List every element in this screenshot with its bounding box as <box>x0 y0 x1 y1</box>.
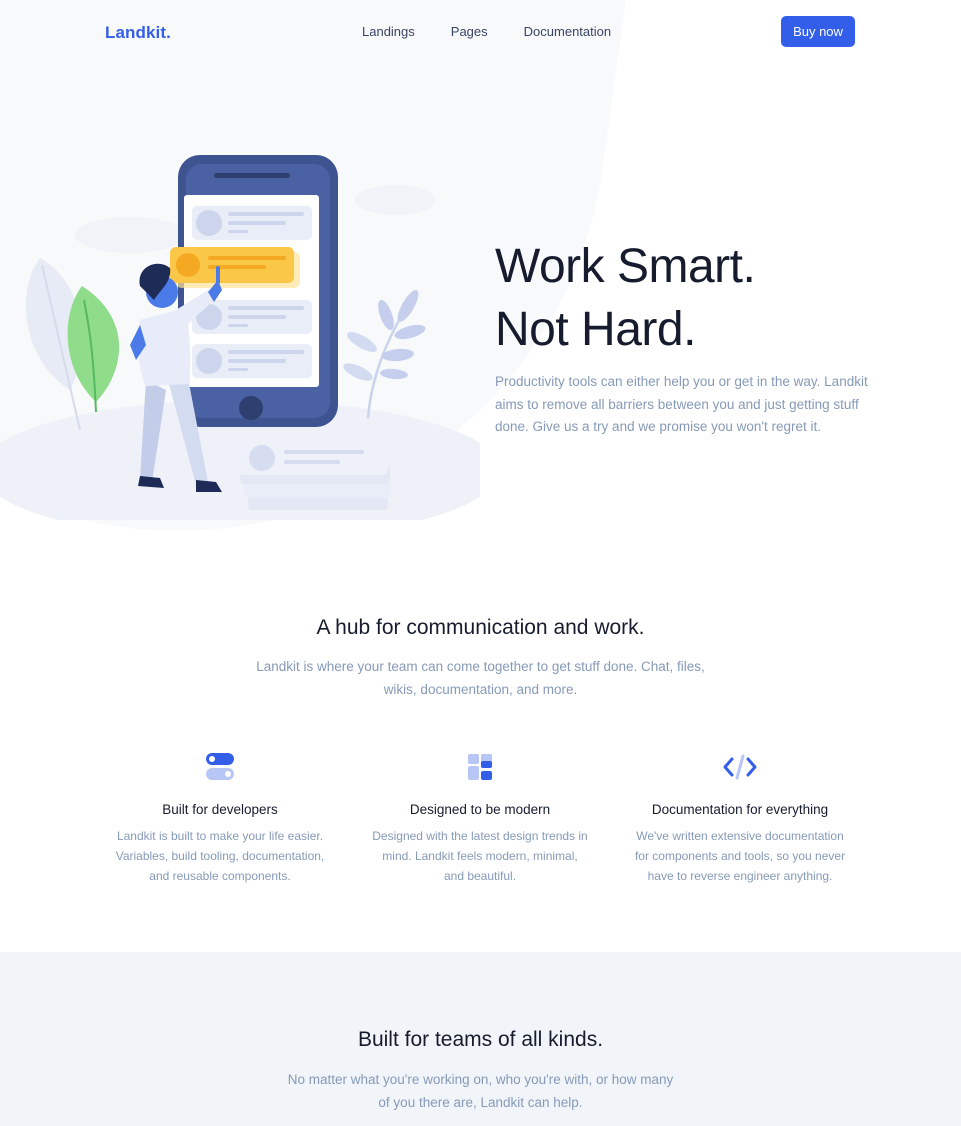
brand-logo[interactable]: Landkit. <box>105 23 171 43</box>
layout-icon <box>468 754 492 780</box>
teams-subtitle-line1: No matter what you're working on, who yo… <box>287 1072 674 1087</box>
navbar: Landkit. Landings Pages Documentation Bu… <box>0 0 961 64</box>
teams-section: Built for teams of all kinds. No matter … <box>0 952 961 1126</box>
feature-desc-line: Landkit is built to make your life easie… <box>116 829 324 843</box>
code-icon <box>723 754 757 780</box>
feature-desc-line: and reusable components. <box>149 869 291 883</box>
green-leaf-icon <box>67 286 120 402</box>
feature-description: Landkit is built to make your life easie… <box>100 826 340 886</box>
feature-developers: Built for developers Landkit is built to… <box>100 752 340 886</box>
teams-title: Built for teams of all kinds. <box>357 1028 604 1051</box>
feature-description: Designed with the latest design trends i… <box>360 826 600 886</box>
teams-subtitle: No matter what you're working on, who yo… <box>0 1068 961 1114</box>
feature-desc-line: have to reverse engineer anything. <box>647 869 833 883</box>
nav-link-documentation[interactable]: Documentation <box>524 24 611 39</box>
feature-desc-line: We've written extensive documentation <box>636 829 844 843</box>
toggle-icon <box>206 753 234 780</box>
hero-title-line2: Not Hard. <box>495 303 696 356</box>
cloud-shape <box>75 217 185 253</box>
feature-desc-line: mind. Landkit feels modern, minimal, <box>382 849 578 863</box>
hub-title: A hub for communication and work. <box>316 616 645 639</box>
feature-desc-line: and beautiful. <box>443 869 517 883</box>
nav-link-landings[interactable]: Landings <box>362 24 415 39</box>
hero-content: Work Smart. Not Hard. Productivity tools… <box>495 235 875 439</box>
hub-section: A hub for communication and work. Landki… <box>0 616 961 701</box>
feature-desc-line: for components and tools, so you never <box>634 849 846 863</box>
teams-content: Built for teams of all kinds. No matter … <box>0 1028 961 1114</box>
teams-subtitle-line2: of you there are, Landkit can help. <box>378 1095 583 1110</box>
nav-link-pages[interactable]: Pages <box>451 24 488 39</box>
nav-links: Landings Pages Documentation <box>362 24 647 39</box>
hub-subtitle: Landkit is where your team can come toge… <box>0 655 961 701</box>
feature-desc-line: Designed with the latest design trends i… <box>372 829 588 843</box>
feature-desc-line: Variables, build tooling, documentation, <box>115 849 325 863</box>
right-plant-icon <box>343 290 426 419</box>
hub-subtitle-line2: wikis, documentation, and more. <box>383 682 578 697</box>
feature-title: Designed to be modern <box>409 802 551 817</box>
hero-title: Work Smart. Not Hard. <box>495 235 875 361</box>
hero-subtitle: Productivity tools can either help you o… <box>495 374 868 434</box>
hub-subtitle-line1: Landkit is where your team can come toge… <box>256 659 705 674</box>
buy-now-button[interactable]: Buy now <box>781 16 855 47</box>
feature-modern: Designed to be modern Designed with the … <box>360 752 600 886</box>
feature-description: We've written extensive documentation fo… <box>620 826 860 886</box>
hero-title-line1: Work Smart. <box>495 240 756 293</box>
feature-title: Documentation for everything <box>651 802 829 817</box>
hero-illustration <box>0 155 480 520</box>
stacked-cards <box>238 445 390 510</box>
feature-title: Built for developers <box>162 802 278 817</box>
cloud-shape <box>355 185 435 215</box>
phone-home-button <box>239 396 263 420</box>
feature-documentation: Documentation for everything We've writt… <box>620 752 860 886</box>
